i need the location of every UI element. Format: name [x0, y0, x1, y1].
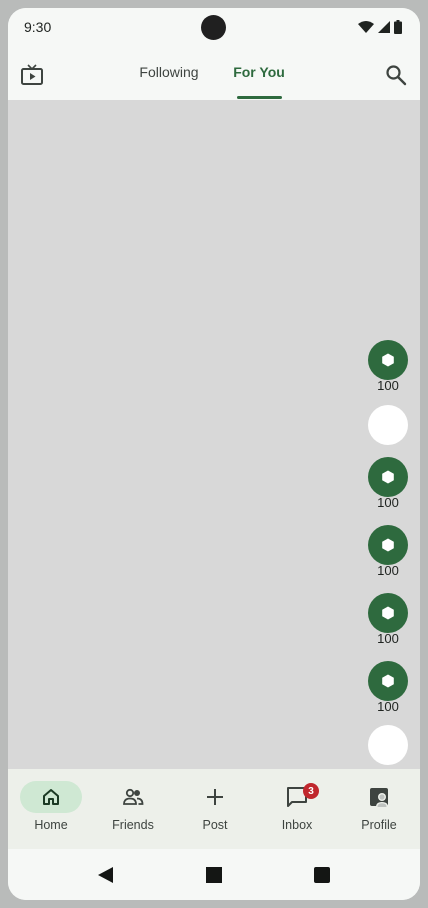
- tab-for-you[interactable]: For You: [232, 64, 286, 80]
- nav-profile-indicator: [348, 781, 410, 813]
- nav-friends-indicator: [102, 781, 164, 813]
- recents-icon[interactable]: [314, 867, 330, 883]
- nav-post-indicator: [184, 781, 246, 813]
- camera-cutout: [201, 15, 226, 40]
- nav-profile[interactable]: Profile: [336, 769, 418, 849]
- share-button[interactable]: [368, 593, 408, 633]
- nav-post-label: Post: [202, 818, 228, 832]
- back-icon[interactable]: [98, 867, 113, 883]
- nav-friends[interactable]: Friends: [90, 769, 172, 849]
- blank-action: [368, 725, 408, 765]
- profile-icon: [370, 788, 388, 807]
- hexagon-icon: [382, 538, 394, 552]
- top-app-bar: Following For You: [8, 50, 420, 100]
- save-action: 100: [368, 525, 408, 579]
- hexagon-icon: [382, 674, 394, 688]
- blank-action: [368, 405, 408, 445]
- signal-icon: [378, 21, 390, 33]
- share-count: 100: [377, 631, 399, 646]
- nav-home-label: Home: [34, 818, 68, 832]
- status-time: 9:30: [24, 19, 52, 35]
- home-square-icon[interactable]: [206, 867, 222, 883]
- nav-inbox[interactable]: 3 Inbox: [254, 769, 336, 849]
- active-tab-indicator: [237, 96, 282, 99]
- blank-action-button[interactable]: [368, 405, 408, 445]
- nav-inbox-label: Inbox: [281, 818, 313, 832]
- hexagon-icon: [382, 470, 394, 484]
- plus-icon: [207, 789, 223, 805]
- battery-icon: [394, 20, 402, 34]
- blank-action-button[interactable]: [368, 725, 408, 765]
- save-button[interactable]: [368, 525, 408, 565]
- repost-action: 100: [368, 661, 408, 715]
- like-button[interactable]: [368, 340, 408, 380]
- tab-following[interactable]: Following: [132, 64, 206, 80]
- nav-inbox-indicator: [266, 781, 328, 813]
- video-feed[interactable]: 100 100 100 100 100: [8, 100, 420, 769]
- like-count: 100: [377, 378, 399, 393]
- repost-count: 100: [377, 699, 399, 714]
- nav-home[interactable]: Home: [8, 769, 90, 849]
- comment-action: 100: [368, 457, 408, 511]
- wifi-icon: [358, 21, 374, 33]
- phone-screen: 9:30 Following For You 100 100 100 100 1…: [8, 8, 420, 900]
- comment-count: 100: [377, 495, 399, 510]
- comment-button[interactable]: [368, 457, 408, 497]
- nav-post[interactable]: Post: [172, 769, 254, 849]
- like-action: 100: [368, 340, 408, 394]
- inbox-badge: 3: [303, 783, 319, 799]
- search-icon[interactable]: [383, 62, 409, 88]
- people-icon: [123, 788, 144, 805]
- nav-friends-label: Friends: [112, 818, 154, 832]
- share-action: 100: [368, 593, 408, 647]
- save-count: 100: [377, 563, 399, 578]
- live-tv-icon[interactable]: [19, 62, 45, 88]
- bottom-navigation: Home Friends Post 3 Inbox Profile: [8, 769, 420, 849]
- nav-home-indicator: [20, 781, 82, 813]
- nav-profile-label: Profile: [361, 818, 397, 832]
- hexagon-icon: [382, 353, 394, 367]
- repost-button[interactable]: [368, 661, 408, 701]
- hexagon-icon: [382, 606, 394, 620]
- home-icon: [43, 789, 59, 805]
- status-bar: 9:30: [8, 8, 420, 50]
- status-icons: [358, 20, 402, 34]
- system-navigation-bar: [8, 849, 420, 900]
